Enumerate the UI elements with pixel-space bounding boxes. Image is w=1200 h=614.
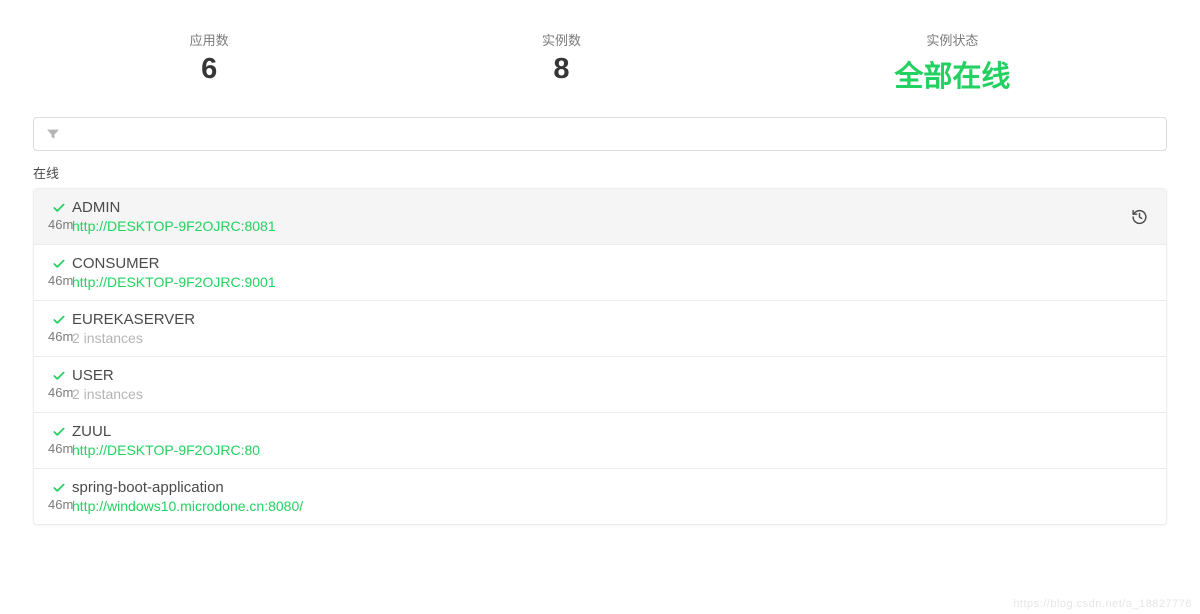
app-name-row: EUREKASERVER — [72, 311, 1152, 328]
app-item[interactable]: 46mZUUL http://DESKTOP-9F2OJRC:80 — [34, 413, 1166, 469]
check-icon — [52, 481, 66, 495]
app-name-row: CONSUMER — [72, 255, 1152, 272]
app-main: ZUUL http://DESKTOP-9F2OJRC:80 — [72, 423, 1152, 458]
app-name: ADMIN — [72, 199, 120, 216]
app-name-row: USER — [72, 367, 1152, 384]
app-url[interactable]: http://DESKTOP-9F2OJRC:8081 — [72, 218, 1152, 234]
check-icon — [52, 257, 66, 271]
filter-input[interactable] — [68, 126, 1154, 142]
stat-apps-label: 应用数 — [190, 30, 229, 49]
stat-status-value: 全部在线 — [894, 53, 1010, 95]
app-url[interactable]: http://DESKTOP-9F2OJRC:80 — [72, 442, 1152, 458]
app-item[interactable]: 46mUSER 2 instances — [34, 357, 1166, 413]
stat-apps: 应用数 6 — [190, 30, 229, 95]
app-main: spring-boot-application http://windows10.… — [72, 479, 1152, 514]
section-online-label: 在线 — [33, 163, 1167, 182]
check-icon — [52, 201, 66, 215]
app-time: 46m — [48, 385, 72, 400]
app-main: USER 2 instances — [72, 367, 1152, 402]
app-time: 46m — [48, 441, 72, 456]
app-name: CONSUMER — [72, 255, 160, 272]
check-icon — [52, 425, 66, 439]
app-instances: 2 instances — [72, 330, 1152, 346]
app-main: EUREKASERVER 2 instances — [72, 311, 1152, 346]
stat-instances-value: 8 — [542, 53, 581, 86]
app-name: ZUUL — [72, 423, 111, 440]
app-time: 46m — [48, 217, 72, 232]
app-item[interactable]: 46mspring-boot-application http://windows… — [34, 469, 1166, 524]
app-item[interactable]: 46mCONSUMER http://DESKTOP-9F2OJRC:9001 — [34, 245, 1166, 301]
app-name: EUREKASERVER — [72, 311, 195, 328]
check-icon — [52, 313, 66, 327]
app-main: CONSUMER http://DESKTOP-9F2OJRC:9001 — [72, 255, 1152, 290]
stats-row: 应用数 6 实例数 8 实例状态 全部在线 — [33, 30, 1167, 95]
watermark: https://blog.csdn.net/a_18827776 — [1013, 598, 1192, 610]
stat-status-label: 实例状态 — [894, 30, 1010, 49]
app-name-row: ADMIN — [72, 199, 1152, 216]
filter-box[interactable] — [33, 117, 1167, 151]
app-time: 46m — [48, 329, 72, 344]
app-item[interactable]: 46mADMIN http://DESKTOP-9F2OJRC:8081 — [34, 189, 1166, 245]
app-instances: 2 instances — [72, 386, 1152, 402]
stat-instances: 实例数 8 — [542, 30, 581, 95]
app-main: ADMIN http://DESKTOP-9F2OJRC:8081 — [72, 199, 1152, 234]
filter-icon — [46, 127, 60, 141]
stat-status: 实例状态 全部在线 — [894, 30, 1010, 95]
history-icon[interactable] — [1131, 208, 1148, 225]
app-name-row: spring-boot-application — [72, 479, 1152, 496]
app-item[interactable]: 46mEUREKASERVER 2 instances — [34, 301, 1166, 357]
app-name: spring-boot-application — [72, 479, 224, 496]
check-icon — [52, 369, 66, 383]
stat-apps-value: 6 — [190, 53, 229, 86]
stat-instances-label: 实例数 — [542, 30, 581, 49]
app-list: 46mADMINhttp://DESKTOP-9F2OJRC:808146mCO… — [33, 188, 1167, 525]
app-url[interactable]: http://windows10.microdone.cn:8080/ — [72, 498, 1152, 514]
app-name-row: ZUUL — [72, 423, 1152, 440]
app-time: 46m — [48, 273, 72, 288]
app-time: 46m — [48, 497, 72, 512]
app-name: USER — [72, 367, 114, 384]
app-url[interactable]: http://DESKTOP-9F2OJRC:9001 — [72, 274, 1152, 290]
